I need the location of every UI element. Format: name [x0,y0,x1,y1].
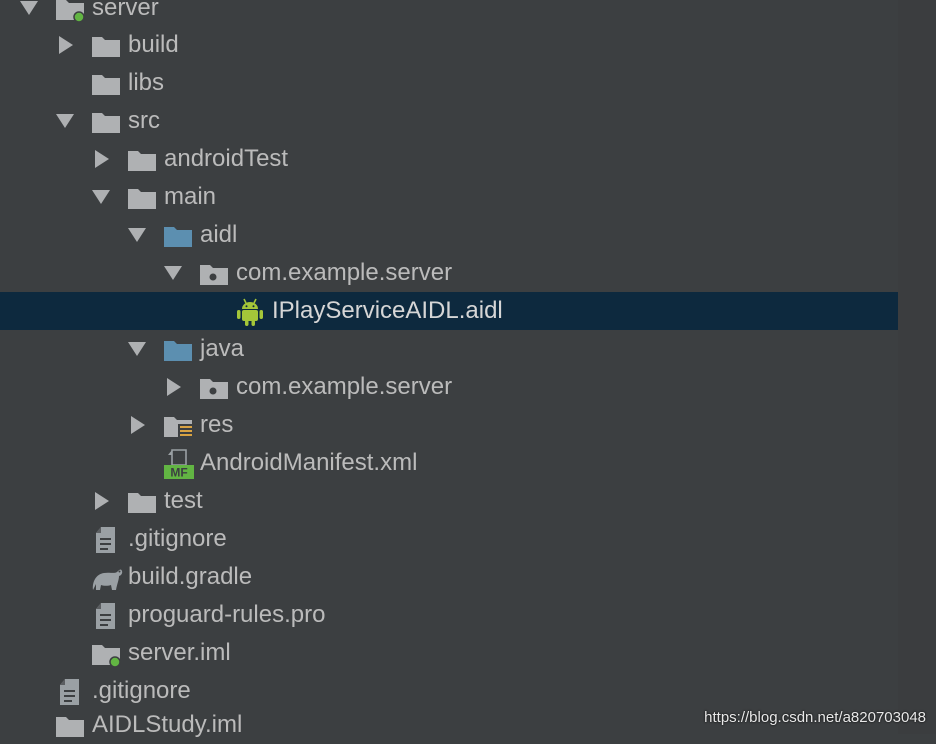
tree-item-label: build [128,31,179,58]
manifest-icon: MF [164,449,194,479]
source-folder-icon [164,227,192,247]
resource-folder-icon [164,417,193,439]
tree-item-label: proguard-rules.pro [128,601,326,628]
tree-item-res[interactable]: res [0,406,898,444]
scrollbar-track[interactable] [898,0,936,734]
module-folder-icon [56,0,85,22]
package-icon [200,265,228,285]
tree-item-build[interactable]: build [0,26,898,64]
chevron-right-icon[interactable] [57,36,75,54]
tree-item-server-iml[interactable]: server.iml [0,634,898,672]
tree-item-java[interactable]: java [0,330,898,368]
text-file-icon [60,679,79,705]
svg-text:MF: MF [170,466,187,480]
tree-item-label: build.gradle [128,563,253,590]
tree-item-package-aidl[interactable]: com.example.server [0,254,898,292]
source-folder-icon [164,341,192,361]
chevron-right-icon[interactable] [129,416,147,434]
tree-item-iplayserviceaidl[interactable]: IPlayServiceAIDL.aidl [0,292,898,330]
module-file-icon [92,645,121,667]
module-file-icon [56,717,84,737]
tree-item-label: com.example.server [236,259,453,286]
folder-icon [92,37,120,57]
chevron-down-icon[interactable] [128,226,146,244]
tree-item-libs[interactable]: libs [0,64,898,102]
android-icon [237,298,263,326]
tree-item-androidtest[interactable]: androidTest [0,140,898,178]
tree-item-label: server [92,0,159,21]
tree-item-androidmanifest[interactable]: MF AndroidManifest.xml [0,444,898,482]
tree-item-main[interactable]: main [0,178,898,216]
folder-icon [92,113,120,133]
tree-item-label: java [200,335,245,362]
chevron-down-icon[interactable] [164,264,182,282]
tree-item-label: main [164,183,217,210]
chevron-down-icon[interactable] [128,340,146,358]
chevron-right-icon[interactable] [93,492,111,510]
folder-icon [128,189,156,209]
tree-item-gitignore[interactable]: .gitignore [0,520,898,558]
tree-item-build-gradle[interactable]: build.gradle [0,558,898,596]
tree-item-label: AndroidManifest.xml [200,449,418,476]
tree-item-label: .gitignore [92,677,191,704]
tree-item-server[interactable]: server [0,0,898,27]
tree-item-aidl[interactable]: aidl [0,216,898,254]
tree-item-test[interactable]: test [0,482,898,520]
project-tree: server build libs src androidTest main a… [0,0,898,738]
tree-item-label: .gitignore [128,525,227,552]
text-file-icon [96,527,115,553]
tree-item-label: libs [128,69,165,96]
tree-item-src[interactable]: src [0,102,898,140]
tree-item-label: aidl [200,221,238,248]
gradle-icon [92,569,123,590]
tree-item-label: res [200,411,234,438]
chevron-down-icon[interactable] [20,0,38,17]
chevron-down-icon[interactable] [92,188,110,206]
tree-item-label: server.iml [128,639,231,666]
watermark: https://blog.csdn.net/a820703048 [704,709,926,726]
tree-item-package-java[interactable]: com.example.server [0,368,898,406]
tree-item-label: AIDLStudy.iml [92,711,243,738]
tree-item-label: test [164,487,203,514]
chevron-down-icon[interactable] [56,112,74,130]
tree-item-label: com.example.server [236,373,453,400]
text-file-icon [96,603,115,629]
tree-item-label: src [128,107,160,134]
tree-item-label: androidTest [164,145,289,172]
tree-item-proguard-rules[interactable]: proguard-rules.pro [0,596,898,634]
package-icon [200,379,228,399]
folder-icon [92,75,120,95]
chevron-right-icon[interactable] [93,150,111,168]
folder-icon [128,151,156,171]
folder-icon [128,493,156,513]
tree-item-label: IPlayServiceAIDL.aidl [272,297,503,324]
chevron-right-icon[interactable] [165,378,183,396]
tree-item-gitignore-root[interactable]: .gitignore [0,672,898,710]
